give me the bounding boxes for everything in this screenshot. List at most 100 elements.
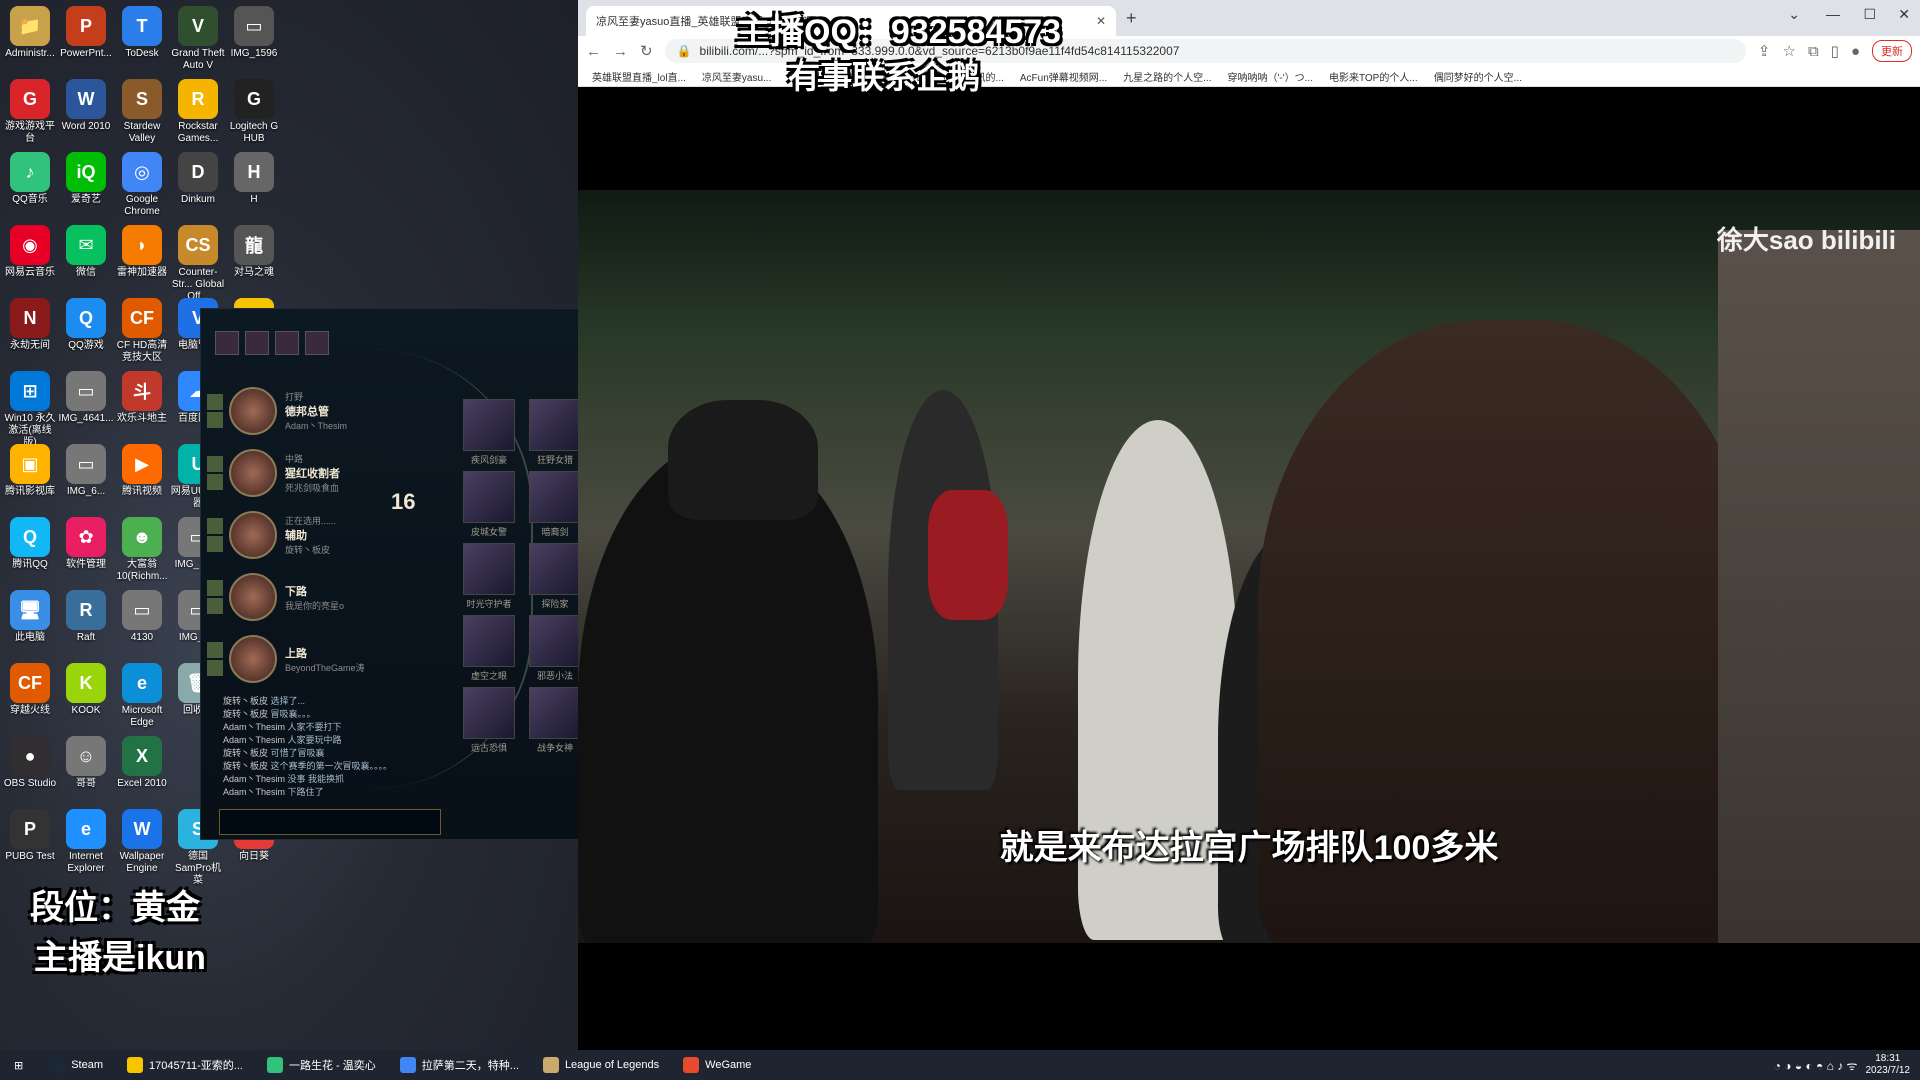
chat-input[interactable] [219, 809, 441, 835]
desktop-icon[interactable]: e Internet Explorer [58, 809, 114, 875]
desktop-icon[interactable]: V Grand Theft Auto V [170, 6, 226, 72]
champion-tile[interactable]: 时光守护者 [463, 543, 515, 610]
desktop-icon[interactable]: 📁 Administr... [2, 6, 58, 60]
desktop-icon[interactable]: G Logitech G HUB [226, 79, 282, 145]
desktop-icon[interactable]: P PUBG Test [2, 809, 58, 863]
desktop-icon[interactable]: D Dinkum [170, 152, 226, 206]
clock[interactable]: 18:31 2023/7/12 [1866, 1053, 1911, 1077]
desktop-icon[interactable]: P PowerPnt... [58, 6, 114, 60]
desktop-icon[interactable]: e Microsoft Edge [114, 663, 170, 729]
desktop-icon[interactable]: ✉ 微信 [58, 225, 114, 279]
desktop-icon-label: PUBG Test [5, 851, 55, 862]
desktop-icon[interactable]: ● OBS Studio [2, 736, 58, 790]
sidepanel-icon[interactable]: ▯ [1831, 42, 1839, 60]
desktop-icon[interactable]: W Wallpaper Engine [114, 809, 170, 875]
taskbar-item[interactable]: WeGame [671, 1050, 763, 1080]
desktop-icon[interactable]: ◎ Google Chrome [114, 152, 170, 218]
desktop-icon[interactable]: Q QQ游戏 [58, 298, 114, 352]
bookmark-item[interactable]: AcFun弹幕视频网... [1020, 69, 1107, 84]
taskbar-item[interactable]: League of Legends [531, 1050, 671, 1080]
champion-tile[interactable]: 疾风剑豪 [463, 399, 515, 466]
chat-text: 下路住了 [287, 787, 324, 797]
champion-portrait [229, 387, 277, 435]
team-player-row[interactable]: 中路 猩红收割者 死兆剑吸食血 [207, 445, 407, 501]
maximize-button[interactable]: ☐ [1863, 6, 1876, 23]
champion-tile[interactable]: 暗裔剑 [529, 471, 581, 538]
desktop-icon[interactable]: HH [226, 152, 282, 206]
tab-search-icon[interactable]: ⌄ [1788, 6, 1800, 23]
minimize-button[interactable]: — [1826, 6, 1840, 22]
desktop-icon[interactable]: W Word 2010 [58, 79, 114, 133]
desktop-icon[interactable]: CF CF HD高清竞技大区 [114, 298, 170, 364]
share-icon[interactable]: ⇪ [1758, 42, 1771, 60]
desktop-icon[interactable]: ▣ 腾讯影视库 [2, 444, 58, 498]
desktop-icon[interactable]: ▭ IMG_6... [58, 444, 114, 498]
forward-icon[interactable]: → [613, 43, 628, 60]
desktop-icon[interactable]: 龍对马之魂 [226, 225, 282, 279]
desktop-icon[interactable]: 🖥 此电脑 [2, 590, 58, 644]
chat-message: 旋转丶板皮 冒吸襄。。。 [223, 708, 443, 721]
desktop-icon[interactable]: N 永劫无间 [2, 298, 58, 352]
champion-tile[interactable]: 探险家 [529, 543, 581, 610]
bookmark-item[interactable]: 电影来TOP的个人... [1329, 69, 1418, 84]
desktop-icon[interactable]: CS Counter-Str... Global Off... [170, 225, 226, 303]
desktop-icon[interactable]: ✿ 软件管理 [58, 517, 114, 571]
team-player-row[interactable]: 打野 德邦总管 Adam丶Thesim [207, 383, 407, 439]
taskbar-item[interactable]: 拉萨第二天，特种... [388, 1050, 531, 1080]
desktop-icon-label: Excel 2010 [117, 778, 167, 789]
desktop-icon[interactable]: ◗ 雷神加速器 [114, 225, 170, 279]
champion-tile[interactable]: 虚空之眼 [463, 615, 515, 682]
update-button[interactable]: 更新 [1872, 40, 1912, 62]
desktop-icon[interactable]: K KOOK [58, 663, 114, 717]
desktop-icon[interactable]: CF 穿越火线 [2, 663, 58, 717]
close-window-button[interactable]: ✕ [1898, 6, 1910, 23]
bookmark-item[interactable]: 凉风至妻yasu... [702, 69, 771, 84]
champion-tile[interactable]: 战争女神 [529, 687, 581, 754]
desktop-icon[interactable]: G 游戏游戏平台 [2, 79, 58, 145]
champion-tile[interactable]: 狂野女猎 [529, 399, 581, 466]
desktop-icon[interactable]: ◉ 网易云音乐 [2, 225, 58, 279]
bookmark-item[interactable]: 九星之路的个人空... [1123, 69, 1211, 84]
desktop-icon[interactable]: ▶ 腾讯视频 [114, 444, 170, 498]
desktop-icon[interactable]: R Rockstar Games... [170, 79, 226, 145]
taskbar-item-label: Steam [71, 1059, 104, 1071]
desktop-icon[interactable]: R Raft [58, 590, 114, 644]
taskbar-item[interactable]: 17045711-亚索的... [115, 1050, 255, 1080]
extensions-icon[interactable]: ⧉ [1808, 43, 1819, 60]
desktop-icon[interactable]: T ToDesk [114, 6, 170, 60]
bookmark-item[interactable]: 英雄联盟直播_lol直... [592, 69, 686, 84]
desktop-icon[interactable]: iQ 爱奇艺 [58, 152, 114, 206]
desktop-icon[interactable]: X Excel 2010 [114, 736, 170, 790]
desktop-icon[interactable]: ⊞ Win10 永久激活(离线版) [2, 371, 58, 449]
desktop-icon[interactable]: Q 腾讯QQ [2, 517, 58, 571]
team-player-row[interactable]: 正在选用...... 辅助 旋转丶板皮 [207, 507, 407, 563]
taskbar-item[interactable]: Steam [37, 1050, 115, 1080]
desktop-icon[interactable]: ☺ 哥哥 [58, 736, 114, 790]
taskbar-item[interactable]: 一路生花 - 温奕心 [255, 1050, 388, 1080]
champion-tile[interactable]: 远古恐惧 [463, 687, 515, 754]
desktop-icon[interactable]: ☻ 大富翁10(Richm... [114, 517, 170, 583]
tray-icons[interactable]: ◔ ◑ ◒ ◐ ◓ ⌂ ♪ ᯤ [1774, 1057, 1858, 1074]
bookmark-item[interactable]: 穿呐呐呐（'-'）つ... [1227, 69, 1312, 84]
back-icon[interactable]: ← [586, 43, 601, 60]
video-player[interactable]: 徐大sao bilibili 就是来布达拉宫广场排队100多米 [578, 190, 1920, 943]
bookmark-item[interactable]: 偶同梦好的个人空... [1434, 69, 1522, 84]
new-tab-button[interactable]: + [1126, 8, 1137, 29]
team-player-row[interactable]: 下路 我是你的亮星o [207, 569, 407, 625]
champion-tile[interactable]: 皮城女警 [463, 471, 515, 538]
desktop-icon[interactable]: ♪ QQ音乐 [2, 152, 58, 206]
desktop-icon[interactable]: S Stardew Valley [114, 79, 170, 145]
star-icon[interactable]: ☆ [1783, 42, 1796, 60]
desktop-icon[interactable]: ▭ IMG_4641... [58, 371, 114, 425]
desktop-icon[interactable]: ▭ IMG_1596 [226, 6, 282, 60]
close-tab-icon[interactable]: ✕ [1096, 14, 1106, 28]
profile-icon[interactable]: ● [1851, 43, 1860, 60]
team-player-row[interactable]: 上路 BeyondTheGame涛 [207, 631, 407, 687]
desktop-icon[interactable]: 斗欢乐斗地主 [114, 371, 170, 425]
desktop-icon[interactable]: ▭ 4130 [114, 590, 170, 644]
desktop-icon-label: Rockstar Games... [177, 121, 219, 144]
start-button[interactable]: ⊞ [0, 1050, 37, 1080]
desktop-icon-label: 永劫无间 [10, 340, 50, 351]
champion-tile[interactable]: 邪恶小法 [529, 615, 581, 682]
reload-icon[interactable]: ↻ [640, 42, 653, 60]
